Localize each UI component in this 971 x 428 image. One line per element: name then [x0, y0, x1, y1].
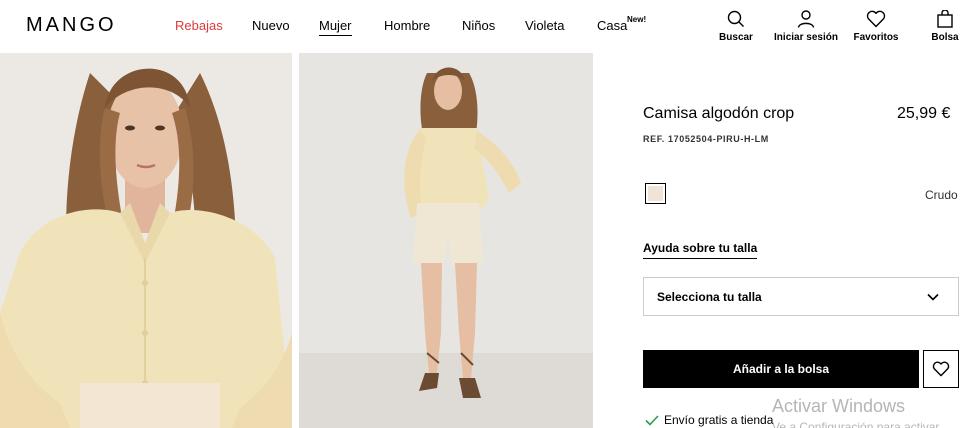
checkmark-icon [645, 415, 659, 426]
size-select[interactable]: Selecciona tu talla [643, 277, 959, 316]
product-price: 25,99 € [897, 105, 951, 122]
nav-item-mujer[interactable]: Mujer [319, 18, 352, 36]
add-to-bag-button[interactable]: Añadir a la bolsa [643, 350, 919, 388]
new-badge: New! [627, 15, 647, 24]
search-icon [727, 10, 744, 27]
login-label: Iniciar sesión [774, 32, 838, 43]
color-name: Crudo [925, 188, 958, 202]
search-button[interactable]: Buscar [718, 10, 754, 43]
swatch-fill [648, 186, 663, 201]
windows-activation-watermark: Activar Windows [772, 396, 906, 416]
bag-icon [937, 10, 953, 28]
favorites-button[interactable]: Favoritos [852, 10, 900, 43]
nav-item-violeta[interactable]: Violeta [525, 18, 565, 33]
product-title: Camisa algodón crop [643, 105, 795, 122]
site-header: MANGO Rebajas Nuevo Mujer Hombre Niños V… [0, 0, 971, 53]
size-select-placeholder: Selecciona tu talla [657, 290, 762, 304]
nav-item-ninos[interactable]: Niños [462, 18, 495, 33]
product-reference: REF. 17052504-PIRU-H-LM [643, 134, 769, 144]
nav-item-casa[interactable]: Casa [597, 18, 627, 33]
heart-icon [866, 10, 886, 28]
add-to-favorites-button[interactable] [923, 350, 959, 388]
login-button[interactable]: Iniciar sesión [773, 10, 839, 43]
nav-item-hombre[interactable]: Hombre [384, 18, 430, 33]
search-label: Buscar [719, 32, 753, 43]
windows-activation-subtext: Ve a Configuración para activar [772, 420, 940, 428]
mango-logo[interactable]: MANGO [26, 14, 117, 37]
user-icon [797, 10, 815, 28]
product-photo-full-body[interactable] [299, 53, 593, 428]
size-help-link[interactable]: Ayuda sobre tu talla [643, 241, 758, 259]
product-photo-closeup[interactable] [0, 53, 292, 428]
shipping-info: Envío gratis a tienda [645, 413, 773, 427]
chevron-down-icon [927, 293, 939, 301]
bag-label: Bolsa [931, 32, 959, 43]
nav-item-rebajas[interactable]: Rebajas [175, 18, 223, 33]
color-swatch-crudo[interactable] [645, 183, 666, 204]
bag-button[interactable]: Bolsa [930, 10, 960, 43]
nav-item-nuevo[interactable]: Nuevo [252, 18, 290, 33]
shipping-text: Envío gratis a tienda [664, 413, 774, 427]
favorites-label: Favoritos [853, 32, 899, 43]
heart-icon [932, 361, 950, 377]
